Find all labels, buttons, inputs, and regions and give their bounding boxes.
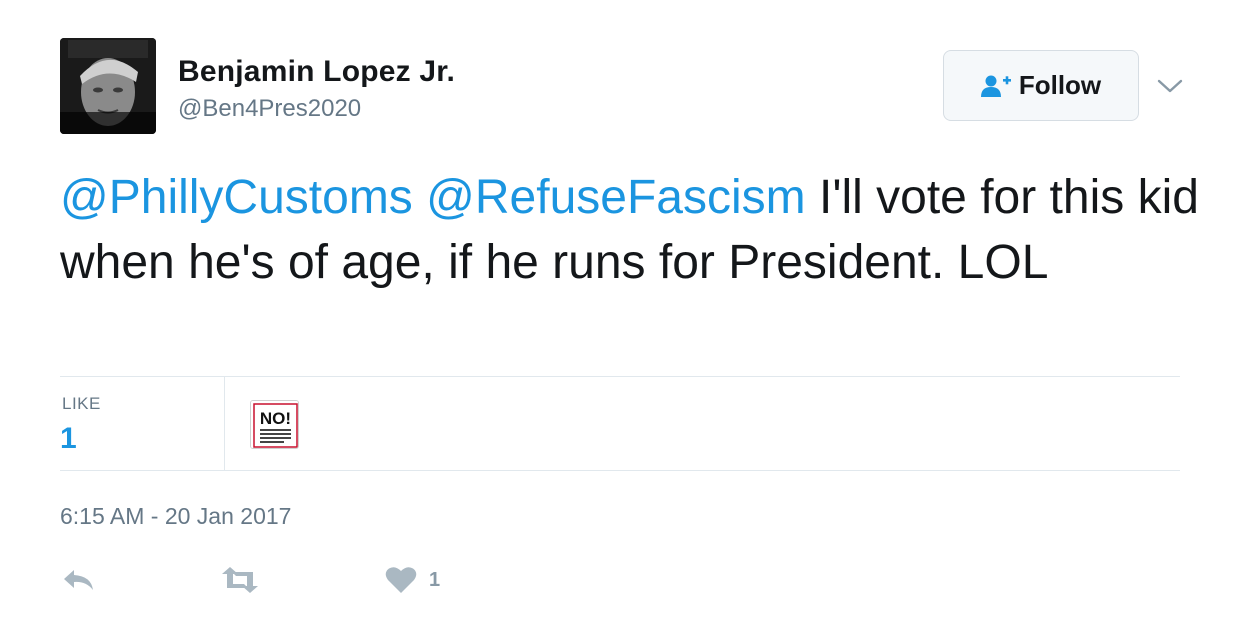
like-button[interactable]: 1 xyxy=(385,563,440,597)
follow-button[interactable]: Follow xyxy=(943,50,1139,121)
like-stat-count[interactable]: 1 xyxy=(60,422,77,456)
add-user-icon xyxy=(980,75,1011,97)
avatar-image xyxy=(60,38,156,134)
like-stat-label: LIKE xyxy=(62,394,101,413)
liker-avatar-image: NO! xyxy=(251,401,298,448)
mention-link[interactable]: @PhillyCustoms xyxy=(60,171,413,224)
tweet-menu-button[interactable] xyxy=(1150,72,1190,100)
author-screen-name[interactable]: @Ben4Pres2020 xyxy=(178,95,361,123)
author-display-name[interactable]: Benjamin Lopez Jr. xyxy=(178,55,455,89)
follow-button-label: Follow xyxy=(1018,70,1102,100)
stats-divider xyxy=(224,377,225,470)
author-avatar[interactable] xyxy=(60,38,156,134)
mention-link[interactable]: @RefuseFascism xyxy=(426,171,805,224)
divider xyxy=(60,470,1180,471)
retweet-icon xyxy=(222,567,258,593)
like-action-count: 1 xyxy=(429,568,441,591)
chevron-down-icon xyxy=(1157,79,1183,93)
heart-icon xyxy=(385,567,417,593)
tweet-timestamp[interactable]: 6:15 AM - 20 Jan 2017 xyxy=(60,503,291,530)
liker-avatar-text: NO! xyxy=(260,409,291,428)
retweet-button[interactable] xyxy=(218,563,262,597)
liker-avatar[interactable]: NO! xyxy=(250,400,299,449)
reply-button[interactable] xyxy=(62,563,96,597)
tweet-card: Benjamin Lopez Jr. @Ben4Pres2020 Follow … xyxy=(0,0,1234,638)
divider xyxy=(60,376,1180,377)
reply-icon xyxy=(64,570,93,590)
tweet-text: @PhillyCustoms @RefuseFascism I'll vote … xyxy=(60,165,1200,295)
